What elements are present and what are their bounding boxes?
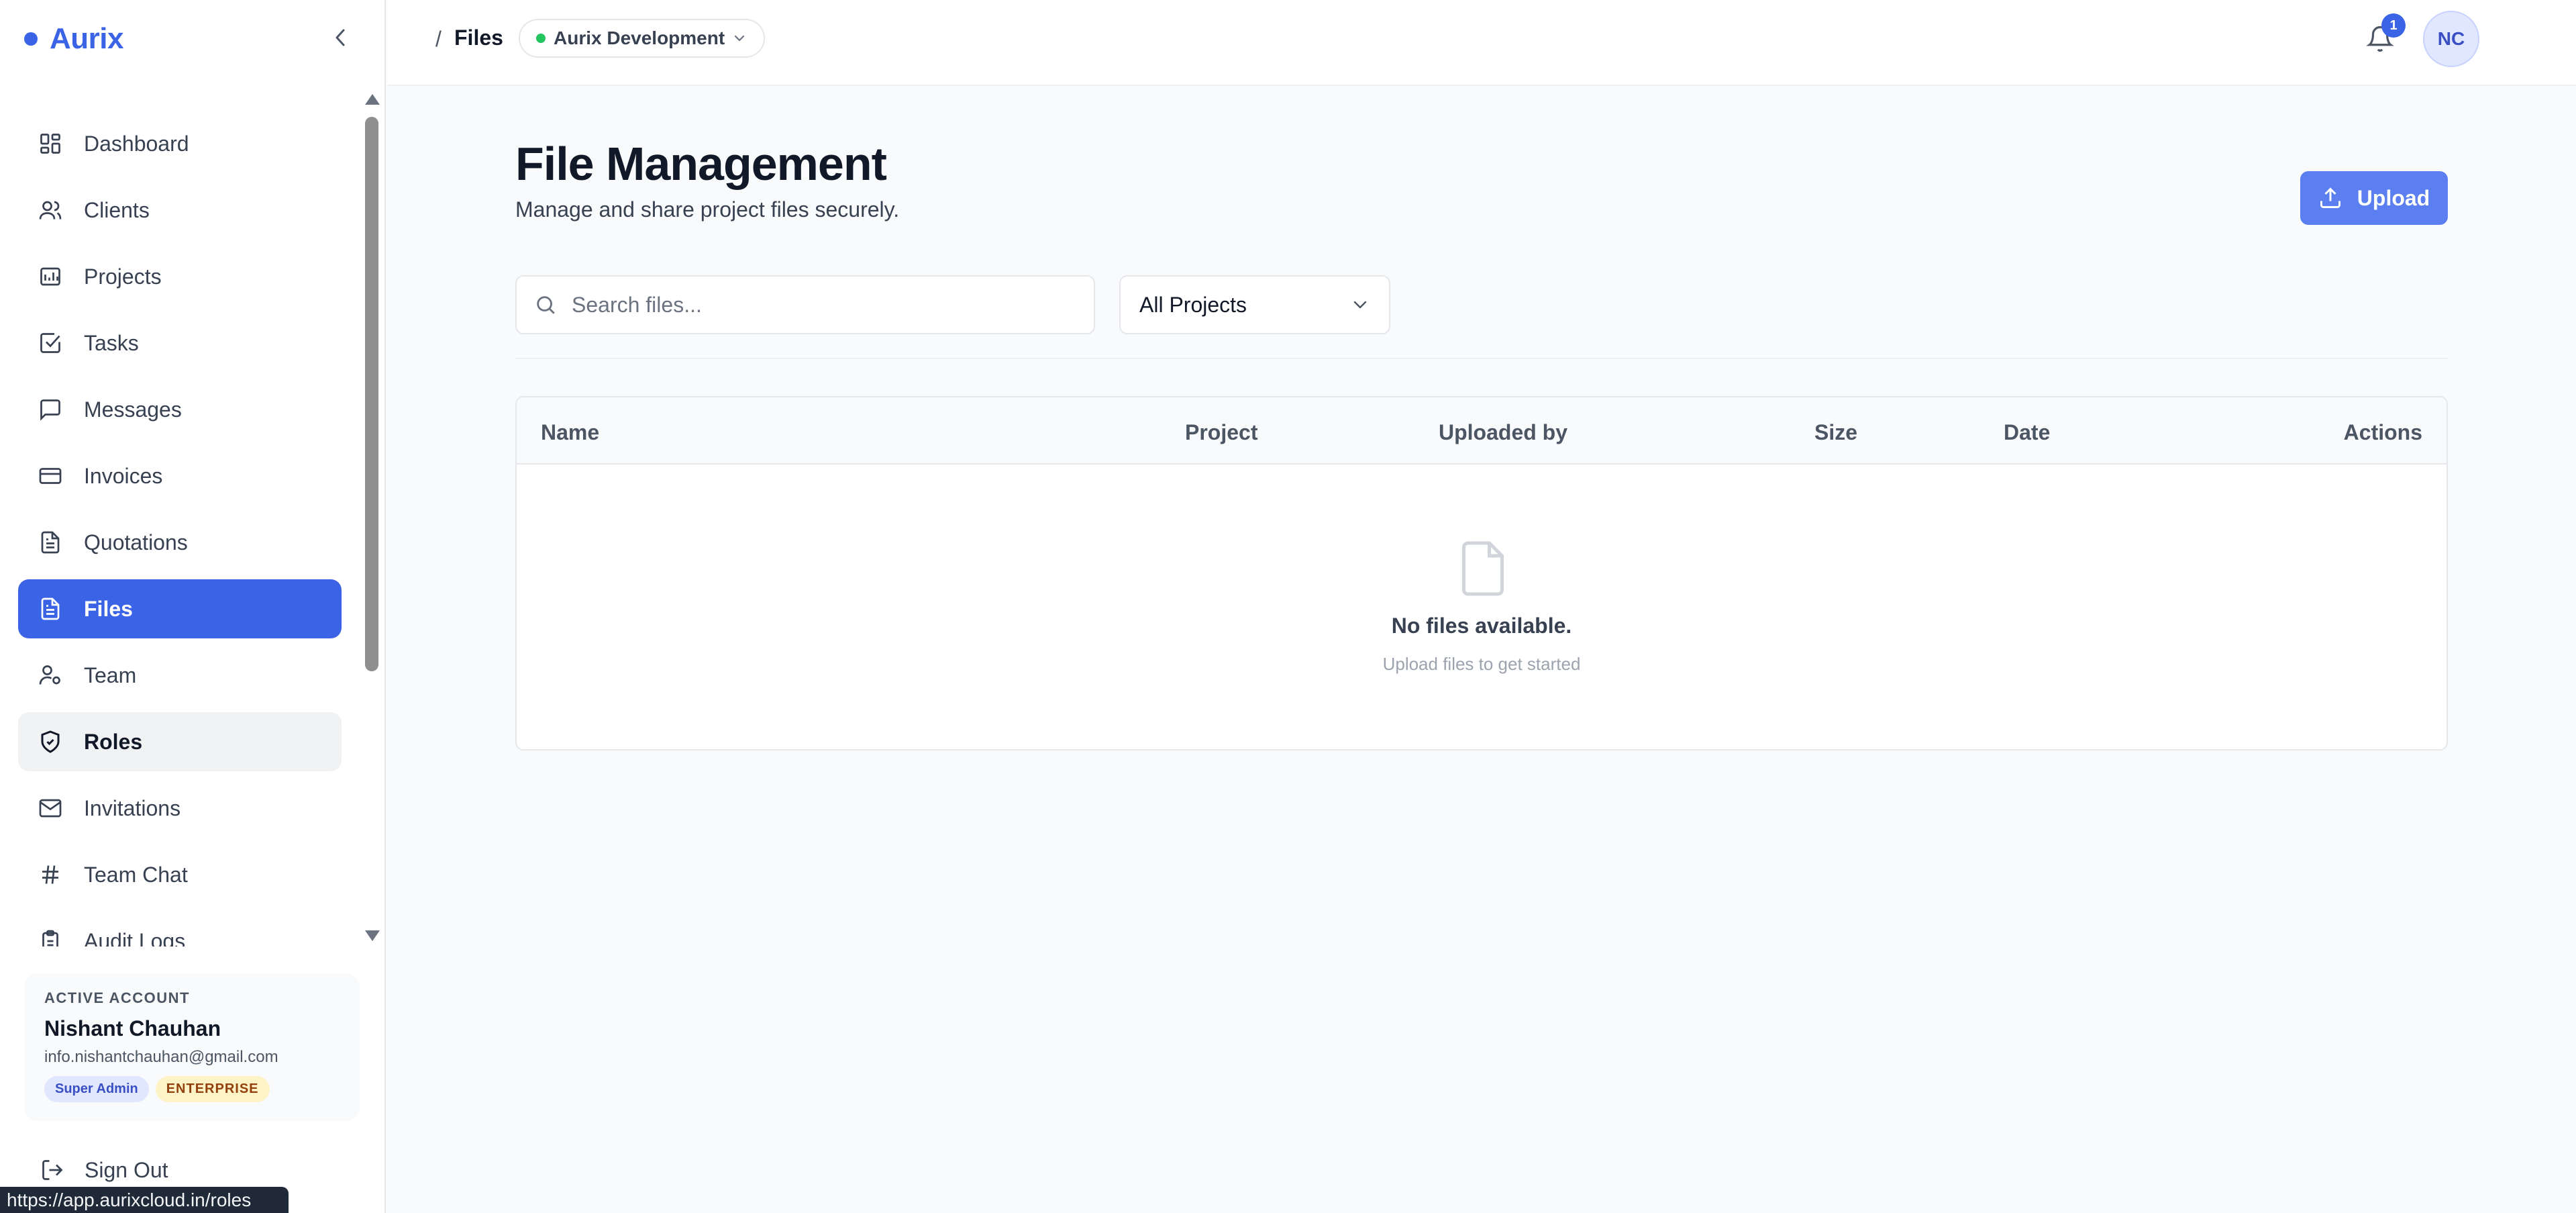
workspace-name: Aurix Development (554, 28, 725, 48)
column-header-size[interactable]: Size (1814, 420, 1857, 445)
column-header-project[interactable]: Project (1185, 420, 1257, 445)
breadcrumb-current: Files (454, 26, 503, 50)
upload-label: Upload (2357, 185, 2430, 210)
sidebar-item-label: Roles (84, 729, 143, 754)
status-dot-icon (536, 34, 546, 43)
files-table: Name Project Uploaded by Size Date Actio… (515, 396, 2448, 750)
status-bar-url: https://app.aurixcloud.in/roles (0, 1187, 289, 1213)
sidebar-item-team[interactable]: Team (18, 646, 342, 705)
scrollbar-thumb[interactable] (365, 117, 378, 671)
scroll-down-icon[interactable] (365, 930, 380, 941)
search-input[interactable] (572, 292, 1082, 318)
user-settings-icon (37, 662, 64, 689)
table-header: Name Project Uploaded by Size Date Actio… (517, 397, 2446, 465)
dashboard-icon (37, 130, 64, 157)
breadcrumb-separator: / (435, 27, 442, 51)
active-account-card: ACTIVE ACCOUNT Nishant Chauhan info.nish… (24, 973, 360, 1121)
sidebar-nav: Dashboard Clients Projects Tasks Message… (0, 94, 362, 947)
sidebar-item-team-chat[interactable]: Team Chat (18, 845, 342, 904)
top-bar: / Files Aurix Development 1 NC (387, 0, 2576, 86)
scroll-up-icon[interactable] (365, 94, 380, 105)
role-badge: Super Admin (44, 1076, 149, 1102)
column-header-actions: Actions (2343, 420, 2422, 444)
sidebar-item-label: Files (84, 596, 133, 621)
project-filter-value: All Projects (1139, 292, 1247, 317)
search-icon (537, 296, 555, 314)
checkbox-icon (37, 330, 64, 356)
account-label: ACTIVE ACCOUNT (44, 989, 190, 1006)
column-header-name[interactable]: Name (541, 420, 599, 445)
sidebar-item-label: Tasks (84, 330, 139, 355)
collapse-sidebar-button[interactable] (329, 23, 352, 52)
shield-icon (37, 728, 64, 755)
page-title: File Management (515, 138, 887, 190)
sidebar-item-projects[interactable]: Projects (18, 247, 342, 306)
document-icon (37, 529, 64, 556)
upload-button[interactable]: Upload (2300, 171, 2448, 225)
chevron-left-icon (336, 29, 345, 46)
empty-file-icon (1461, 541, 1504, 596)
card-icon (37, 463, 64, 489)
column-header-uploaded-by[interactable]: Uploaded by (1439, 420, 1567, 445)
users-icon (37, 197, 64, 224)
sidebar-item-tasks[interactable]: Tasks (18, 313, 342, 373)
chevron-down-icon (1353, 301, 1367, 309)
sidebar-item-audit-logs[interactable]: Audit Logs (18, 912, 342, 947)
mail-icon (37, 795, 64, 822)
sidebar-item-label: Invoices (84, 463, 163, 488)
project-filter-select[interactable]: All Projects (1119, 275, 1390, 334)
sidebar-item-label: Team (84, 663, 137, 687)
brand-name: Aurix (50, 22, 123, 55)
sign-out-label: Sign Out (85, 1157, 168, 1182)
sign-out-button[interactable]: Sign Out (40, 1153, 168, 1187)
workspace-selector[interactable]: Aurix Development (519, 19, 766, 58)
hash-icon (37, 861, 64, 888)
account-name: Nishant Chauhan (44, 1016, 221, 1040)
account-email: info.nishantchauhan@gmail.com (44, 1048, 278, 1066)
clipboard-icon (37, 928, 64, 947)
sidebar-item-label: Dashboard (84, 131, 189, 156)
plan-badge: ENTERPRISE (155, 1076, 270, 1102)
sidebar-item-files[interactable]: Files (18, 579, 342, 638)
brand-dot-icon (24, 32, 38, 46)
empty-state-subtitle: Upload files to get started (1382, 654, 1581, 674)
sidebar-item-label: Audit Logs (84, 928, 186, 947)
sidebar-item-clients[interactable]: Clients (18, 181, 342, 240)
section-divider (515, 358, 2448, 359)
user-avatar[interactable]: NC (2423, 11, 2479, 67)
notification-count-badge: 1 (2381, 13, 2406, 38)
account-badges: Super Admin ENTERPRISE (44, 1076, 340, 1102)
sidebar-item-quotations[interactable]: Quotations (18, 513, 342, 572)
sidebar-item-invoices[interactable]: Invoices (18, 446, 342, 505)
sidebar: Aurix Dashboard Clients Projects Tasks M… (0, 0, 386, 1213)
file-icon (37, 595, 64, 622)
page-subtitle: Manage and share project files securely. (515, 197, 900, 222)
brand-logo[interactable]: Aurix (24, 19, 123, 59)
sidebar-item-roles[interactable]: Roles (18, 712, 342, 771)
chart-icon (37, 263, 64, 290)
sidebar-item-label: Team Chat (84, 862, 188, 887)
chevron-down-icon (735, 35, 745, 42)
upload-icon (2320, 187, 2340, 208)
logout-icon (42, 1160, 63, 1180)
message-icon (37, 396, 64, 423)
sidebar-item-dashboard[interactable]: Dashboard (18, 114, 342, 173)
sidebar-item-label: Projects (84, 264, 162, 289)
sidebar-item-label: Invitations (84, 795, 181, 820)
sidebar-item-label: Clients (84, 197, 150, 222)
sidebar-item-messages[interactable]: Messages (18, 380, 342, 439)
sidebar-item-label: Quotations (84, 530, 188, 554)
search-box[interactable] (515, 275, 1095, 334)
sidebar-item-invitations[interactable]: Invitations (18, 779, 342, 838)
sidebar-item-label: Messages (84, 397, 182, 422)
empty-state-title: No files available. (1391, 614, 1572, 638)
column-header-date[interactable]: Date (2004, 420, 2050, 445)
sidebar-scrollbar[interactable] (362, 94, 381, 941)
